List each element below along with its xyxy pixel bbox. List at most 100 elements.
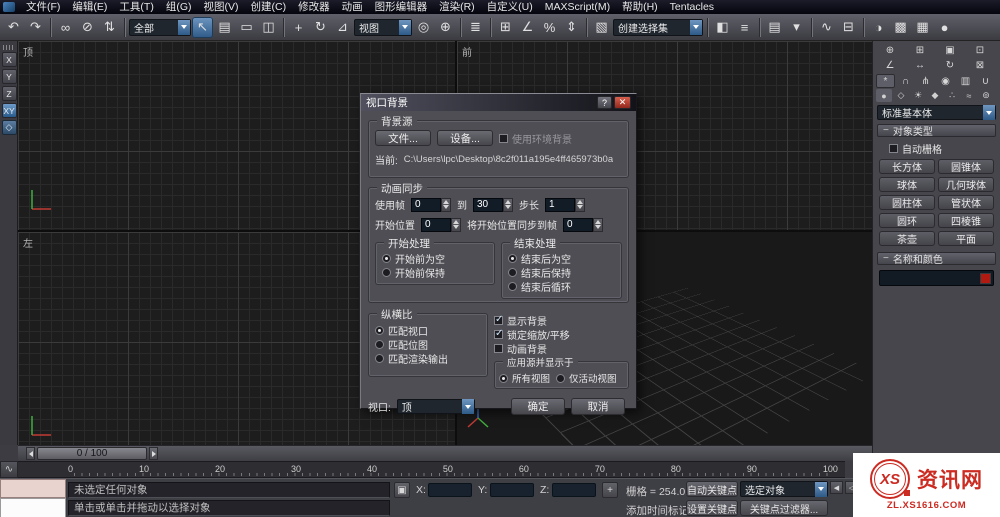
- select-and-link-icon[interactable]: ∞: [55, 17, 76, 38]
- zoom-all-icon[interactable]: ⊞: [905, 43, 935, 58]
- dialog-help-button[interactable]: ?: [597, 96, 612, 109]
- dropdown-arrow-icon[interactable]: [399, 19, 411, 35]
- render-production-icon[interactable]: ●: [934, 17, 955, 38]
- radio-option[interactable]: 匹配视口: [375, 323, 481, 338]
- radio-option[interactable]: 结束后为空: [508, 251, 615, 266]
- object-type-rollout[interactable]: 对象类型: [877, 124, 996, 138]
- name-color-rollout[interactable]: 名称和颜色: [877, 252, 996, 266]
- menu-item[interactable]: 组(G): [160, 0, 198, 14]
- use-pivot-point-center-icon[interactable]: ◎: [413, 17, 434, 38]
- time-slider[interactable]: 0 / 100: [18, 445, 872, 461]
- step-spinner[interactable]: 1: [545, 197, 585, 212]
- ok-button[interactable]: 确定: [511, 398, 565, 415]
- geometry-icon[interactable]: ●: [876, 89, 892, 102]
- object-name-field[interactable]: [879, 270, 994, 286]
- checkbox-option[interactable]: 锁定缩放/平移: [494, 327, 629, 342]
- redo-icon[interactable]: ↷: [25, 17, 46, 38]
- menu-item[interactable]: 编辑(E): [66, 0, 113, 14]
- y-coordinate-field[interactable]: [490, 483, 534, 497]
- curve-editor-icon[interactable]: ∿: [816, 17, 837, 38]
- spacewarps-icon[interactable]: ≈: [961, 89, 977, 102]
- spinner-arrows-icon[interactable]: [593, 217, 603, 232]
- material-editor-icon[interactable]: ◑: [868, 17, 889, 38]
- radio-option[interactable]: 匹配渲染输出: [375, 351, 481, 366]
- object-type-button[interactable]: 管状体: [938, 195, 994, 210]
- radio-option[interactable]: 开始前保持: [382, 265, 488, 280]
- dropdown-arrow-icon[interactable]: [815, 481, 827, 497]
- rendered-frame-window-icon[interactable]: ▦: [912, 17, 933, 38]
- autogrid-checkbox[interactable]: 自动栅格: [889, 141, 1000, 156]
- checkbox-option[interactable]: 动画背景: [494, 341, 629, 356]
- maxscript-mini-listener-pink[interactable]: [0, 479, 66, 498]
- radio-option[interactable]: 匹配位图: [375, 337, 481, 352]
- menu-item[interactable]: 动画: [336, 0, 369, 14]
- auto-key-button[interactable]: 自动关键点: [686, 481, 738, 497]
- cameras-icon[interactable]: ◆: [927, 89, 943, 102]
- tab-display[interactable]: ▥: [956, 74, 975, 88]
- radio-option[interactable]: 所有视图: [499, 371, 550, 385]
- tab-hierarchy[interactable]: ⋔: [916, 74, 935, 88]
- helpers-icon[interactable]: ∴: [944, 89, 960, 102]
- object-type-button[interactable]: 圆锥体: [938, 159, 994, 174]
- checkbox-option[interactable]: 显示背景: [494, 313, 629, 328]
- axis-constraint-button[interactable]: Y: [1, 69, 17, 84]
- primitive-category-dropdown[interactable]: 标准基本体: [877, 105, 996, 120]
- spinner-arrows-icon[interactable]: [451, 217, 461, 232]
- maxscript-mini-listener-white[interactable]: [0, 498, 66, 517]
- object-color-swatch[interactable]: [980, 272, 991, 284]
- absolute-mode-toggle-icon[interactable]: +: [602, 482, 618, 498]
- use-frame-spinner[interactable]: 0: [411, 197, 451, 212]
- object-type-button[interactable]: 圆环: [879, 213, 935, 228]
- x-coordinate-field[interactable]: [428, 483, 472, 497]
- menu-item[interactable]: 修改器: [292, 0, 336, 14]
- menu-item[interactable]: 帮助(H): [616, 0, 664, 14]
- radio-option[interactable]: 仅活动视图: [556, 371, 617, 385]
- spinner-arrows-icon[interactable]: [503, 197, 513, 212]
- add-time-tag-label[interactable]: 添加时间标记: [626, 503, 689, 517]
- menu-item[interactable]: 创建(C): [245, 0, 293, 14]
- start-at-spinner[interactable]: 0: [421, 217, 461, 232]
- select-and-move-icon[interactable]: +: [288, 17, 309, 38]
- previous-frame-arrow-icon[interactable]: [26, 447, 35, 460]
- files-button[interactable]: 文件...: [375, 130, 431, 146]
- menu-item[interactable]: 图形编辑器: [369, 0, 434, 14]
- tab-motion[interactable]: ◉: [936, 74, 955, 88]
- object-type-button[interactable]: 圆柱体: [879, 195, 935, 210]
- viewport-selector-dropdown[interactable]: 顶: [396, 399, 475, 414]
- shapes-icon[interactable]: ◇: [893, 89, 909, 102]
- pan-view-icon[interactable]: ↔: [905, 58, 935, 73]
- viewport-label[interactable]: 前: [462, 44, 472, 59]
- z-coordinate-field[interactable]: [552, 483, 596, 497]
- menu-item[interactable]: 视图(V): [198, 0, 245, 14]
- lights-icon[interactable]: ☀: [910, 89, 926, 102]
- snap-toggle-3d-icon[interactable]: ⊞: [495, 17, 516, 38]
- percent-snap-icon[interactable]: %: [539, 17, 560, 38]
- track-bar[interactable]: 0 10 20 30 40 50 60 70 80 90 100: [18, 461, 845, 478]
- edit-named-selection-sets-icon[interactable]: ▧: [591, 17, 612, 38]
- devices-button[interactable]: 设备...: [437, 130, 493, 146]
- menu-item[interactable]: 工具(T): [113, 0, 159, 14]
- select-object-icon[interactable]: ↖: [192, 16, 213, 38]
- orbit-icon[interactable]: ↻: [935, 58, 965, 73]
- radio-option[interactable]: 结束后保持: [508, 265, 615, 280]
- bind-to-spacewarp-icon[interactable]: ⇅: [99, 17, 120, 38]
- spinner-snap-icon[interactable]: ⇕: [561, 17, 582, 38]
- spinner-arrows-icon[interactable]: [441, 197, 451, 212]
- object-type-button[interactable]: 平面: [938, 231, 994, 246]
- dialog-close-button[interactable]: ✕: [614, 96, 631, 109]
- zoom-icon[interactable]: ⊕: [875, 43, 905, 58]
- radio-option[interactable]: 结束后循环: [508, 279, 615, 294]
- viewport-label[interactable]: 顶: [23, 44, 33, 59]
- viewport-label[interactable]: 左: [23, 235, 33, 250]
- object-type-button[interactable]: 几何球体: [938, 177, 994, 192]
- select-by-name-icon[interactable]: ▤: [214, 17, 235, 38]
- radio-option[interactable]: 开始前为空: [382, 251, 488, 266]
- mirror-icon[interactable]: ◧: [712, 17, 733, 38]
- object-type-button[interactable]: 球体: [879, 177, 935, 192]
- axis-constraint-button[interactable]: XY: [1, 103, 17, 118]
- tab-modify[interactable]: ∩: [896, 74, 915, 88]
- keyboard-shortcut-override-icon[interactable]: ≣: [465, 17, 486, 38]
- to-frame-spinner[interactable]: 30: [473, 197, 513, 212]
- menu-item[interactable]: 自定义(U): [481, 0, 539, 14]
- dialog-titlebar[interactable]: 视口背景 ? ✕: [361, 94, 636, 111]
